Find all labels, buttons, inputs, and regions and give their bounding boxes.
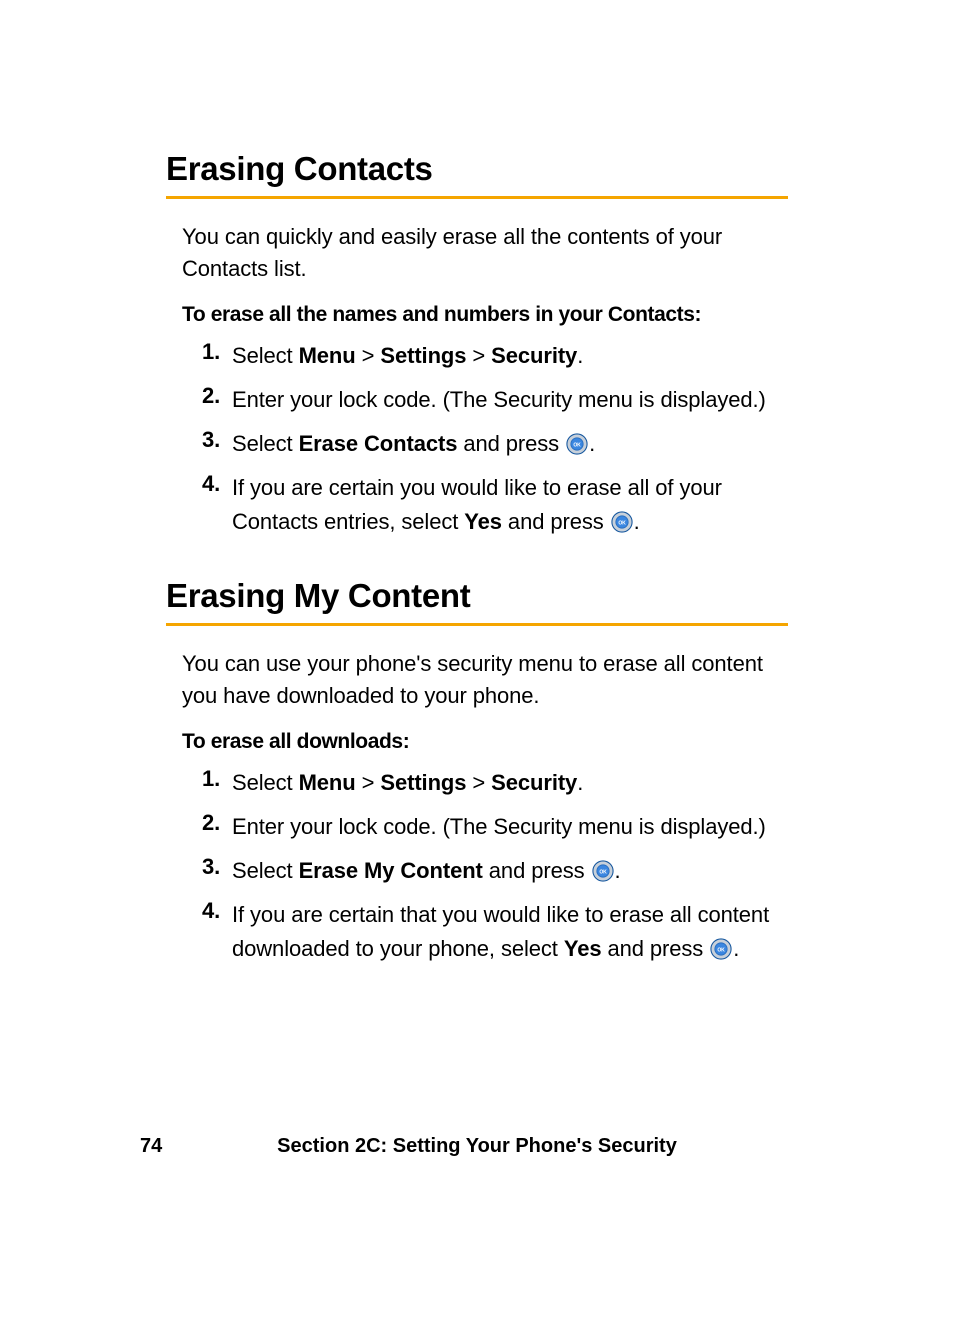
step-text: If you are certain that you would like t…	[232, 898, 788, 966]
step-number: 1.	[182, 766, 232, 792]
step-number: 4.	[182, 898, 232, 924]
step-number: 1.	[182, 339, 232, 365]
instr-b: To erase all downloads:	[182, 730, 788, 754]
instr-a: To erase all the names and numbers in yo…	[182, 303, 788, 327]
step-text: Select Erase Contacts and press .	[232, 427, 595, 461]
step-number: 3.	[182, 854, 232, 880]
page-number: 74	[140, 1135, 162, 1158]
settings-label: Settings	[380, 770, 466, 795]
step-a3: 3. Select Erase Contacts and press .	[182, 427, 788, 461]
step-number: 2.	[182, 383, 232, 409]
step-text: Select Erase My Content and press .	[232, 854, 621, 888]
step-text: Select Menu > Settings > Security.	[232, 339, 583, 373]
heading-erasing-my-content: Erasing My Content	[166, 577, 788, 626]
yes-label: Yes	[464, 509, 502, 534]
ok-button-icon	[611, 511, 633, 533]
steps-b: 1. Select Menu > Settings > Security. 2.…	[182, 766, 788, 966]
step-a1: 1. Select Menu > Settings > Security.	[182, 339, 788, 373]
step-b4: 4. If you are certain that you would lik…	[182, 898, 788, 966]
step-number: 4.	[182, 471, 232, 497]
yes-label: Yes	[564, 936, 602, 961]
ok-button-icon	[710, 938, 732, 960]
erase-my-content-label: Erase My Content	[299, 858, 483, 883]
step-a2: 2. Enter your lock code. (The Security m…	[182, 383, 788, 417]
step-number: 3.	[182, 427, 232, 453]
ok-button-icon	[592, 860, 614, 882]
step-text: Enter your lock code. (The Security menu…	[232, 383, 766, 417]
step-b3: 3. Select Erase My Content and press .	[182, 854, 788, 888]
security-label: Security	[491, 770, 577, 795]
step-b1: 1. Select Menu > Settings > Security.	[182, 766, 788, 800]
step-text: If you are certain you would like to era…	[232, 471, 788, 539]
intro-a: You can quickly and easily erase all the…	[182, 221, 788, 285]
heading-erasing-contacts: Erasing Contacts	[166, 150, 788, 199]
settings-label: Settings	[380, 343, 466, 368]
step-text: Select Menu > Settings > Security.	[232, 766, 583, 800]
erase-contacts-label: Erase Contacts	[299, 431, 458, 456]
steps-a: 1. Select Menu > Settings > Security. 2.…	[182, 339, 788, 539]
step-text: Enter your lock code. (The Security menu…	[232, 810, 766, 844]
menu-label: Menu	[299, 770, 356, 795]
page: Erasing Contacts You can quickly and eas…	[0, 0, 954, 1336]
security-label: Security	[491, 343, 577, 368]
ok-button-icon	[566, 433, 588, 455]
step-number: 2.	[182, 810, 232, 836]
page-footer: 74 Section 2C: Setting Your Phone's Secu…	[0, 1135, 954, 1158]
section-label: Section 2C: Setting Your Phone's Securit…	[277, 1135, 677, 1158]
step-b2: 2. Enter your lock code. (The Security m…	[182, 810, 788, 844]
menu-label: Menu	[299, 343, 356, 368]
intro-b: You can use your phone's security menu t…	[182, 648, 788, 712]
step-a4: 4. If you are certain you would like to …	[182, 471, 788, 539]
